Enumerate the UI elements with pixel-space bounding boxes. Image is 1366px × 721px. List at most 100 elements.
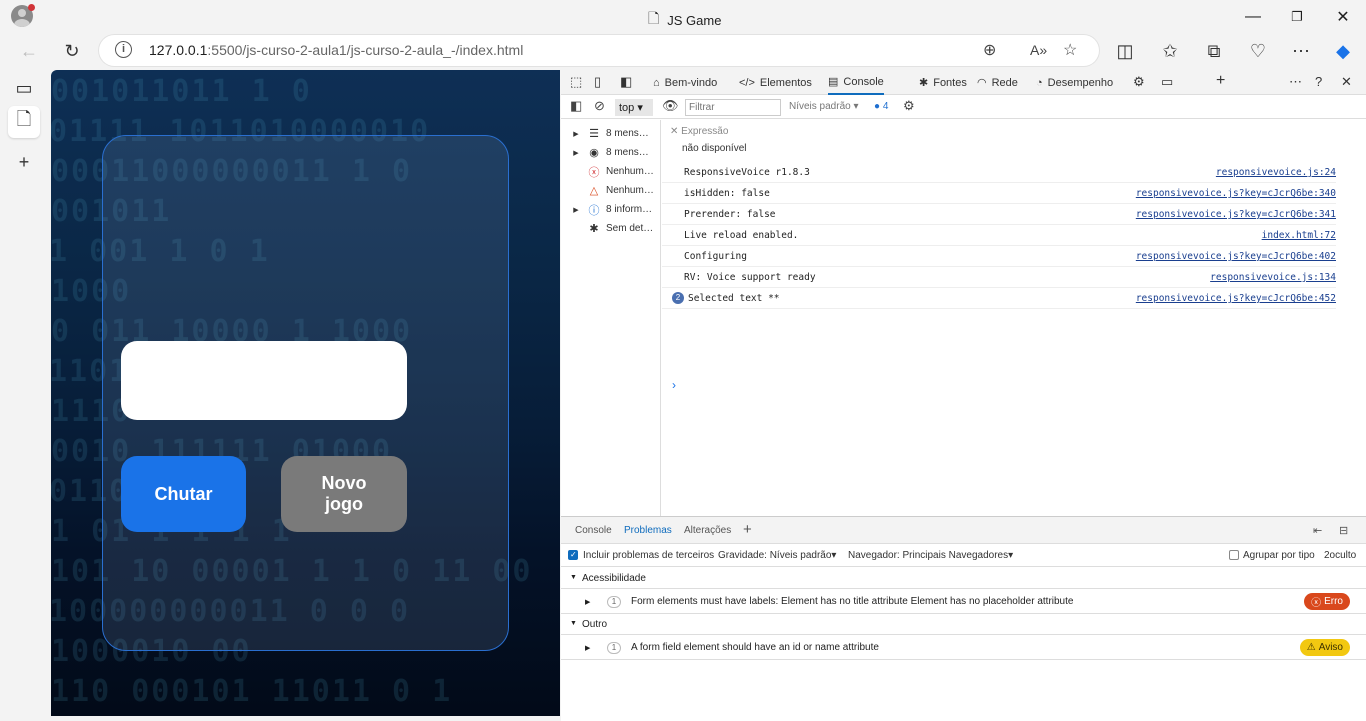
dock-icon[interactable]: ◧ [620,74,632,90]
context-selector[interactable]: top ▾ [615,99,653,116]
more-menu-icon[interactable]: ⋯ [1286,37,1316,65]
chutar-button[interactable]: Chutar [121,456,246,532]
sidebar-filter-item[interactable]: ✱ Sem detalhes [561,219,661,238]
close-drawer-icon[interactable]: ⊟ [1339,524,1348,537]
browser-toolbar: ← ↻ i 127.0.0.1:5500/js-curso-2-aula1/js… [0,33,1366,70]
devtools-tab-label: Rede [991,76,1018,89]
close-devtools-icon[interactable]: ✕ [1341,74,1352,90]
sidebar-filter-item[interactable]: ⓧ Nenhum erro [561,162,661,181]
drawer-tab-problemas[interactable]: Problemas [624,525,672,536]
log-source-link[interactable]: index.html:72 [1262,230,1336,241]
list-icon: ☰ [589,128,599,140]
read-aloud-icon[interactable]: A» [1030,42,1047,58]
devtools-tab-label: Console [843,75,884,88]
live-expression-icon[interactable]: 👁 [662,98,679,114]
back-button[interactable]: ← [14,37,44,65]
devtools-tab-2[interactable]: ▤ Console [828,70,884,95]
clear-console-icon[interactable]: ⊘ [594,98,605,114]
log-source-link[interactable]: responsivevoice.js:134 [1210,272,1336,283]
active-tab-icon[interactable]: 🗋 [8,106,40,138]
log-source-link[interactable]: responsivevoice.js?key=cJcrQ6be:341 [1136,209,1336,220]
devtools-panel: ⬚ ▯ ◧ ⌂ Bem-vindo </> Elementos ▤ Console ✱ Fon… [561,70,1366,721]
inspect-icon[interactable]: ⬚ [570,74,582,90]
levels-label: Níveis padrão [789,101,851,112]
devtools-tab-label: Fontes [933,76,967,89]
drawer-tab-alteracoes[interactable]: Alterações [684,525,731,536]
log-source-link[interactable]: responsivevoice.js?key=cJcrQ6be:452 [1136,293,1336,304]
home-icon: ⌂ [653,76,660,89]
copilot-icon[interactable]: ◆ [1328,37,1358,65]
minimize-button[interactable]: — [1230,0,1276,33]
sidebar-filter-item[interactable]: ▶ ⓘ 8 informações [561,200,661,219]
issue-category[interactable]: ▼ Outro [561,614,1366,635]
panel-icon[interactable]: ▭ [1161,74,1173,90]
gauge-icon: ◔ [1036,76,1043,89]
zoom-icon[interactable]: ⊕ [983,40,996,60]
console-settings-icon[interactable]: ⚙ [903,98,915,114]
novo-jogo-button[interactable]: Novo jogo [281,456,407,532]
devtools-tab-1[interactable]: </> Elementos [739,70,812,95]
filter-input[interactable] [685,99,781,116]
url-text[interactable]: 127.0.0.1:5500/js-curso-2-aula1/js-curso… [149,42,523,58]
address-bar[interactable]: i 127.0.0.1:5500/js-curso-2-aula1/js-cur… [99,35,1099,66]
console-log-row: Live reload enabled. index.html:72 [662,225,1336,246]
more-tools-icon[interactable]: ⋯ [1289,74,1302,90]
new-tab-button[interactable]: + [8,146,40,178]
log-message: Configuring [684,251,747,262]
sidebar-toggle-icon[interactable]: ◧ [570,98,582,114]
expand-arrow-icon: ▶ [573,130,579,138]
group-by-label: Agrupar por tipo [1243,550,1315,561]
sidebar-filter-item[interactable]: △ Nenhum aviso [561,181,661,200]
add-tab-icon[interactable]: + [1216,72,1225,90]
issue-category[interactable]: ▼ Acessibilidade [561,568,1366,589]
sidebar-filter-item[interactable]: ▶ ☰ 8 mensagens [561,124,661,143]
sidebar-filter-item[interactable]: ▶ ◉ 8 mensagens do usuário [561,143,661,162]
devtools-tab-5[interactable]: ◔ Desempenho [1036,70,1113,95]
tab-actions-icon[interactable]: ▭ [8,72,40,104]
split-screen-icon[interactable]: ◫ [1110,37,1140,65]
group-by-checkbox[interactable] [1229,550,1239,560]
sidebar-filter-label: 8 informações [606,204,654,215]
vertical-tabs-sidebar: ▭ 🗋 + [0,70,48,721]
restore-button[interactable]: ❐ [1274,0,1320,33]
log-message: isHidden: false [684,188,770,199]
issue-row[interactable]: ▶ 1 A form field element should have an id… [561,636,1366,660]
third-party-checkbox[interactable] [568,550,578,560]
window-title-text: JS Game [667,12,722,28]
favorites-icon[interactable]: ✩ [1155,37,1185,65]
close-window-button[interactable]: ✕ [1320,0,1366,33]
warning-icon: ⚠ [1306,642,1316,653]
guess-input[interactable] [121,341,407,420]
levels-dropdown[interactable]: Níveis padrão ▾ [789,101,859,112]
add-drawer-tab-icon[interactable]: + [743,521,752,538]
console-log-row: 2 Selected text ** responsivevoice.js?key=… [662,288,1336,309]
devtools-tab-4[interactable]: ◠ Rede [977,70,1018,95]
site-info-icon[interactable]: i [115,41,132,58]
expand-arrow-icon: ▶ [585,645,591,652]
help-icon[interactable]: ? [1315,74,1322,89]
log-message: Live reload enabled. [684,230,799,241]
health-icon[interactable]: ♡ [1243,37,1273,65]
undock-drawer-icon[interactable]: ⇤ [1313,524,1322,537]
console-prompt[interactable]: › [672,378,676,392]
issue-row[interactable]: ▶ 1 Form elements must have labels: Elemen… [561,590,1366,614]
log-source-link[interactable]: responsivevoice.js?key=cJcrQ6be:402 [1136,251,1336,262]
sidebar-filter-label: Nenhum erro [606,166,654,177]
devtools-tab-0[interactable]: ⌂ Bem-vindo [653,70,717,95]
log-source-link[interactable]: responsivevoice.js:24 [1216,167,1336,178]
issue-text: Form elements must have labels: Element … [631,596,1074,607]
drawer-tab-console[interactable]: Console [575,525,612,536]
close-expression-icon[interactable]: ✕ [670,126,678,137]
issues-badge[interactable]: ● 4 [874,101,888,112]
favorite-star-icon[interactable]: ☆ [1063,40,1077,60]
devtools-tabbar: ⬚ ▯ ◧ ⌂ Bem-vindo </> Elementos ▤ Console ✱ Fon… [561,70,1366,95]
device-emulation-icon[interactable]: ▯ [594,74,601,90]
severity-dropdown[interactable]: Gravidade: Níveis padrão▾ [718,550,836,561]
settings-gear-icon[interactable]: ⚙ [1133,74,1145,90]
log-source-link[interactable]: responsivevoice.js?key=cJcrQ6be:340 [1136,188,1336,199]
devtools-tab-3[interactable]: ✱ Fontes [919,70,967,95]
warning-icon: △ [589,185,599,197]
refresh-button[interactable]: ↻ [57,37,87,65]
browser-dropdown[interactable]: Navegador: Principais Navegadores▾ [848,550,1013,561]
collections-icon[interactable]: ⧉ [1199,37,1229,65]
